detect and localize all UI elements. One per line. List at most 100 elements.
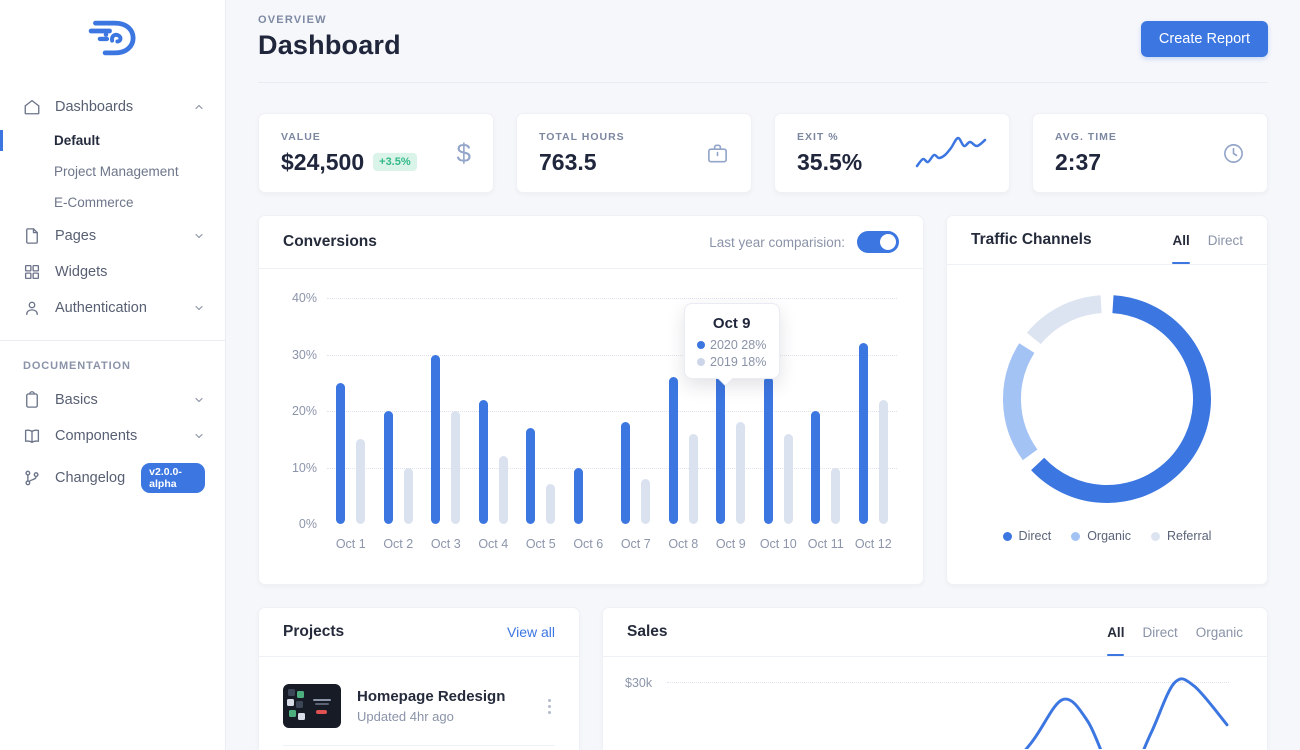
y-axis-label: 30% xyxy=(292,348,317,362)
file-icon xyxy=(23,227,41,245)
bar-2019[interactable] xyxy=(499,456,508,524)
bar-2020[interactable] xyxy=(764,377,773,524)
sidebar-item-basics[interactable]: Basics xyxy=(0,382,225,418)
app-logo[interactable] xyxy=(85,13,141,63)
panel-title: Projects xyxy=(283,623,344,641)
bar-group[interactable] xyxy=(422,298,470,524)
create-report-button[interactable]: Create Report xyxy=(1141,21,1268,57)
page-header: OVERVIEW Dashboard Create Report xyxy=(258,14,1268,61)
panel-title: Sales xyxy=(627,623,668,641)
main-content: OVERVIEW Dashboard Create Report VALUE $… xyxy=(226,0,1300,750)
bar-group[interactable] xyxy=(517,298,565,524)
view-all-link[interactable]: View all xyxy=(507,624,555,640)
chevron-down-icon xyxy=(193,394,205,406)
bar-2019[interactable] xyxy=(879,400,888,524)
project-list-item[interactable]: Homepage Redesign Updated 4hr ago xyxy=(259,657,579,743)
charts-row: Conversions Last year comparision: 40%30… xyxy=(258,215,1268,585)
bar-2020[interactable] xyxy=(384,411,393,524)
tab-organic[interactable]: Organic xyxy=(1196,625,1243,640)
bar-2019[interactable] xyxy=(546,484,555,524)
conversions-bars xyxy=(327,298,897,524)
sidebar-item-authentication[interactable]: Authentication xyxy=(0,290,225,326)
bar-2019[interactable] xyxy=(451,411,460,524)
kebab-menu-icon[interactable] xyxy=(544,695,555,718)
sidebar: Dashboards Default Project Management E-… xyxy=(0,0,226,750)
bar-2020[interactable] xyxy=(526,428,535,524)
bar-2020[interactable] xyxy=(479,400,488,524)
project-title: Homepage Redesign xyxy=(357,688,505,705)
y-axis-label: 20% xyxy=(292,404,317,418)
bar-chart-plot: Oct 9 2020 28%2019 18% xyxy=(327,298,897,524)
bar-2019[interactable] xyxy=(736,422,745,524)
bar-2020[interactable] xyxy=(859,343,868,524)
sidebar-item-components[interactable]: Components xyxy=(0,418,225,454)
growth-badge: +3.5% xyxy=(373,153,417,171)
traffic-donut-chart[interactable] xyxy=(1002,294,1212,504)
bar-2019[interactable] xyxy=(831,468,840,525)
x-axis-label: Oct 12 xyxy=(850,537,898,551)
sidebar-item-label: Dashboards xyxy=(55,99,133,115)
stat-card-exit-percent: EXIT % 35.5% xyxy=(774,113,1010,193)
sidebar-subitem-project-management[interactable]: Project Management xyxy=(0,156,225,187)
stat-label: TOTAL HOURS xyxy=(539,131,625,143)
stat-value: 35.5% xyxy=(797,149,862,176)
sidebar-item-dashboards[interactable]: Dashboards xyxy=(0,89,225,125)
x-axis-label: Oct 2 xyxy=(375,537,423,551)
y-axis-label: $30k xyxy=(625,676,652,690)
sidebar-item-widgets[interactable]: Widgets xyxy=(0,254,225,290)
bar-group[interactable] xyxy=(470,298,518,524)
sidebar-subitem-e-commerce[interactable]: E-Commerce xyxy=(0,187,225,218)
bar-group[interactable] xyxy=(565,298,613,524)
chart-tooltip: Oct 9 2020 28%2019 18% xyxy=(684,303,780,379)
x-axis-label: Oct 4 xyxy=(470,537,518,551)
bar-2020[interactable] xyxy=(716,366,725,524)
sidebar-item-pages[interactable]: Pages xyxy=(0,218,225,254)
sidebar-subitem-default[interactable]: Default xyxy=(0,125,225,156)
tooltip-title: Oct 9 xyxy=(691,315,773,332)
sidebar-item-label: Pages xyxy=(55,228,96,244)
bar-group[interactable] xyxy=(850,298,898,524)
x-axis-label: Oct 3 xyxy=(422,537,470,551)
bar-2020[interactable] xyxy=(431,355,440,525)
bar-2019[interactable] xyxy=(641,479,650,524)
sidebar-item-label: Authentication xyxy=(55,300,147,316)
bar-group[interactable] xyxy=(375,298,423,524)
page-title: Dashboard xyxy=(258,30,401,61)
bar-group[interactable] xyxy=(327,298,375,524)
bar-2019[interactable] xyxy=(356,439,365,524)
conversions-panel: Conversions Last year comparision: 40%30… xyxy=(258,215,924,585)
x-axis-label: Oct 11 xyxy=(802,537,850,551)
legend-item-referral[interactable]: Referral xyxy=(1151,529,1211,543)
git-branch-icon xyxy=(23,469,41,487)
legend-item-direct[interactable]: Direct xyxy=(1003,529,1052,543)
x-axis-label: Oct 5 xyxy=(517,537,565,551)
tab-direct[interactable]: Direct xyxy=(1142,625,1177,640)
chevron-down-icon xyxy=(193,302,205,314)
bar-group[interactable] xyxy=(612,298,660,524)
bar-2020[interactable] xyxy=(336,383,345,524)
bar-2019[interactable] xyxy=(784,434,793,524)
book-icon xyxy=(23,427,41,445)
tab-direct[interactable]: Direct xyxy=(1208,233,1243,248)
stat-label: EXIT % xyxy=(797,131,862,143)
comparison-toggle[interactable] xyxy=(857,231,899,253)
bar-group[interactable] xyxy=(802,298,850,524)
traffic-channels-panel: Traffic Channels All Direct Direct Organi… xyxy=(946,215,1268,585)
sidebar-nav: Dashboards Default Project Management E-… xyxy=(0,89,225,502)
bar-2020[interactable] xyxy=(621,422,630,524)
bar-2020[interactable] xyxy=(574,468,583,525)
legend-item-organic[interactable]: Organic xyxy=(1071,529,1131,543)
stat-card-value: VALUE $24,500 +3.5% $ xyxy=(258,113,494,193)
tab-all[interactable]: All xyxy=(1172,233,1189,248)
x-axis-label: Oct 8 xyxy=(660,537,708,551)
sidebar-item-changelog[interactable]: Changelog v2.0.0-alpha xyxy=(0,454,225,502)
x-axis-label: Oct 10 xyxy=(755,537,803,551)
bar-2020[interactable] xyxy=(669,377,678,524)
x-axis-label: Oct 6 xyxy=(565,537,613,551)
tab-all[interactable]: All xyxy=(1107,625,1124,640)
legend-dot xyxy=(697,341,705,349)
bar-2019[interactable] xyxy=(689,434,698,524)
bar-2020[interactable] xyxy=(811,411,820,524)
panel-title: Traffic Channels xyxy=(971,231,1092,249)
bar-2019[interactable] xyxy=(404,468,413,525)
